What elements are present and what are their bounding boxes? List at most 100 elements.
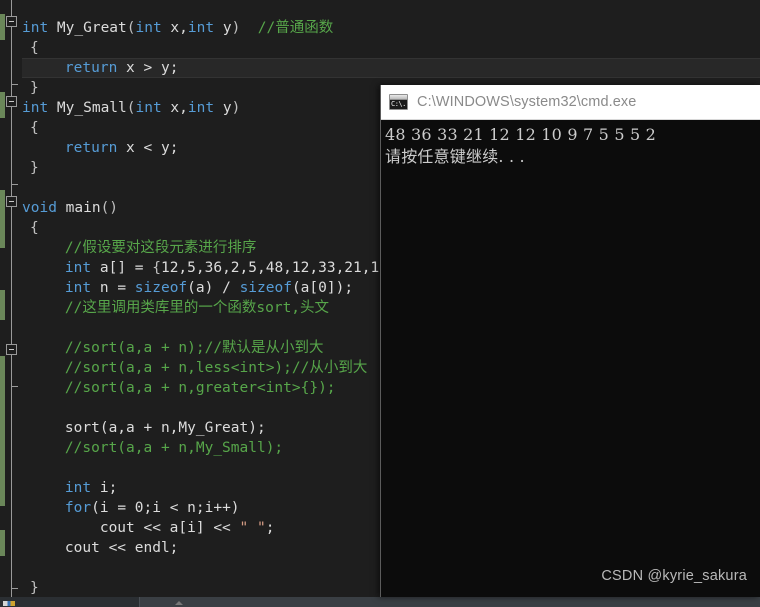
code-token: //sort(a,a + n,less<int>);//从小到大 xyxy=(30,360,368,376)
code-token: int xyxy=(64,260,92,276)
code-token: y xyxy=(214,20,232,36)
code-token: sizeof xyxy=(134,280,188,296)
code-token: //普通函数 xyxy=(240,20,334,36)
code-token: ( xyxy=(126,100,136,116)
windows-taskbar-icon[interactable] xyxy=(3,601,15,606)
code-line[interactable]: //sort(a,a + n,less<int>);//从小到大 xyxy=(30,358,367,378)
code-line[interactable]: //这里调用类库里的一个函数sort,头文 xyxy=(30,298,329,318)
code-token: { xyxy=(152,260,161,276)
code-token: ) xyxy=(231,20,241,36)
cmd-console-window[interactable]: C:\WINDOWS\system32\cmd.exe 48 36 33 21 … xyxy=(380,85,760,597)
code-token: < xyxy=(143,140,153,156)
code-token: ; xyxy=(265,520,275,536)
code-token: for xyxy=(64,500,92,516)
code-token: x xyxy=(117,60,144,76)
console-title-bar[interactable]: C:\WINDOWS\system32\cmd.exe xyxy=(381,85,760,120)
code-token: x, xyxy=(161,20,188,36)
code-line[interactable]: int My_Great(int x,int y) //普通函数 xyxy=(22,18,333,38)
code-token: My_Great xyxy=(56,20,127,36)
code-line[interactable]: } xyxy=(30,578,39,598)
code-token: } xyxy=(30,80,39,96)
code-line[interactable]: void main() xyxy=(22,198,118,218)
code-line[interactable]: cout << a[i] << " "; xyxy=(30,518,275,538)
code-token: //sort(a,a + n,greater<int>{}); xyxy=(30,380,336,396)
code-token: (i = 0;i < n;i++) xyxy=(91,500,240,516)
taskbar-button[interactable] xyxy=(0,597,140,607)
code-token: void xyxy=(22,200,66,216)
code-token: 12,5,36,2,5,48,12,33,21,1 xyxy=(160,260,380,276)
chevron-up-icon[interactable] xyxy=(175,601,183,605)
code-token: main xyxy=(65,200,101,216)
code-token: { xyxy=(30,40,39,56)
code-token: y; xyxy=(152,140,179,156)
code-token: sort(a,a + n,My_Great); xyxy=(30,420,266,436)
code-line[interactable]: cout << endl; xyxy=(30,538,179,558)
code-line[interactable]: int i; xyxy=(30,478,117,498)
code-token: int xyxy=(135,20,162,36)
code-token: //sort(a,a + n,My_Small); xyxy=(30,440,284,456)
code-token: int xyxy=(187,20,215,36)
code-line[interactable]: int a[] = {12,5,36,2,5,48,12,33,21,1 xyxy=(30,258,379,278)
code-line[interactable]: //假设要对这段元素进行排序 xyxy=(30,238,256,258)
code-token: int xyxy=(22,100,57,116)
code-token: int xyxy=(64,480,92,496)
code-line[interactable]: } xyxy=(30,78,39,98)
code-token: y; xyxy=(152,60,179,76)
code-token: int xyxy=(22,20,57,36)
console-output[interactable]: 48 36 33 21 12 12 10 9 7 5 5 5 2 请按任意键继续… xyxy=(381,120,760,597)
csdn-watermark: CSDN @kyrie_sakura xyxy=(601,568,747,584)
code-token: ) xyxy=(231,100,241,116)
code-line[interactable]: { xyxy=(30,218,39,238)
code-token: sizeof xyxy=(239,280,292,296)
code-token: (a) / xyxy=(187,280,240,296)
cmd-exe-icon xyxy=(389,94,408,110)
code-line[interactable]: { xyxy=(30,38,39,58)
code-line[interactable]: { xyxy=(30,118,39,138)
code-line[interactable]: sort(a,a + n,My_Great); xyxy=(30,418,266,438)
code-line[interactable]: int n = sizeof(a) / sizeof(a[0]); xyxy=(30,278,353,298)
code-token: int xyxy=(135,100,162,116)
code-token: //假设要对这段元素进行排序 xyxy=(30,240,257,256)
code-line[interactable]: return x < y; xyxy=(30,138,179,158)
code-line[interactable]: int My_Small(int x,int y) xyxy=(22,98,240,118)
code-line[interactable]: for(i = 0;i < n;i++) xyxy=(30,498,240,518)
code-line[interactable]: return x > y; xyxy=(30,58,179,78)
code-token: cout << a[i] << xyxy=(30,520,240,536)
code-token: //这里调用类库里的一个函数sort,头文 xyxy=(30,300,330,316)
code-token: return xyxy=(64,60,118,76)
code-token: { xyxy=(30,220,39,236)
code-token: x, xyxy=(161,100,188,116)
console-title-text: C:\WINDOWS\system32\cmd.exe xyxy=(417,94,637,110)
code-token: " " xyxy=(239,520,266,536)
code-token: } xyxy=(30,160,39,176)
code-line[interactable]: } xyxy=(30,158,39,178)
code-token: (a[0]); xyxy=(291,280,354,296)
code-line[interactable]: //sort(a,a + n,greater<int>{}); xyxy=(30,378,336,398)
code-token: My_Small xyxy=(56,100,127,116)
console-output-line: 请按任意键继续. . . xyxy=(385,147,525,166)
code-token: { xyxy=(30,120,39,136)
code-token: return xyxy=(64,140,118,156)
code-token: n = xyxy=(91,280,135,296)
code-token: cout << endl; xyxy=(30,540,179,556)
code-token: int xyxy=(187,100,215,116)
console-output-line: 48 36 33 21 12 12 10 9 7 5 5 5 2 xyxy=(385,125,657,144)
screen: int My_Great(int x,int y) //普通函数{ return… xyxy=(0,0,760,607)
code-token: > xyxy=(143,60,153,76)
code-line[interactable]: //sort(a,a + n,My_Small); xyxy=(30,438,283,458)
code-token: a[] = xyxy=(91,260,153,276)
code-token: int xyxy=(64,280,92,296)
code-token: } xyxy=(30,580,39,596)
code-token: i; xyxy=(91,480,118,496)
code-token: //sort(a,a + n);//默认是从小到大 xyxy=(30,340,324,356)
code-token: () xyxy=(100,200,119,216)
code-token: y xyxy=(214,100,232,116)
code-token: x xyxy=(117,140,144,156)
code-line[interactable]: //sort(a,a + n);//默认是从小到大 xyxy=(30,338,324,358)
